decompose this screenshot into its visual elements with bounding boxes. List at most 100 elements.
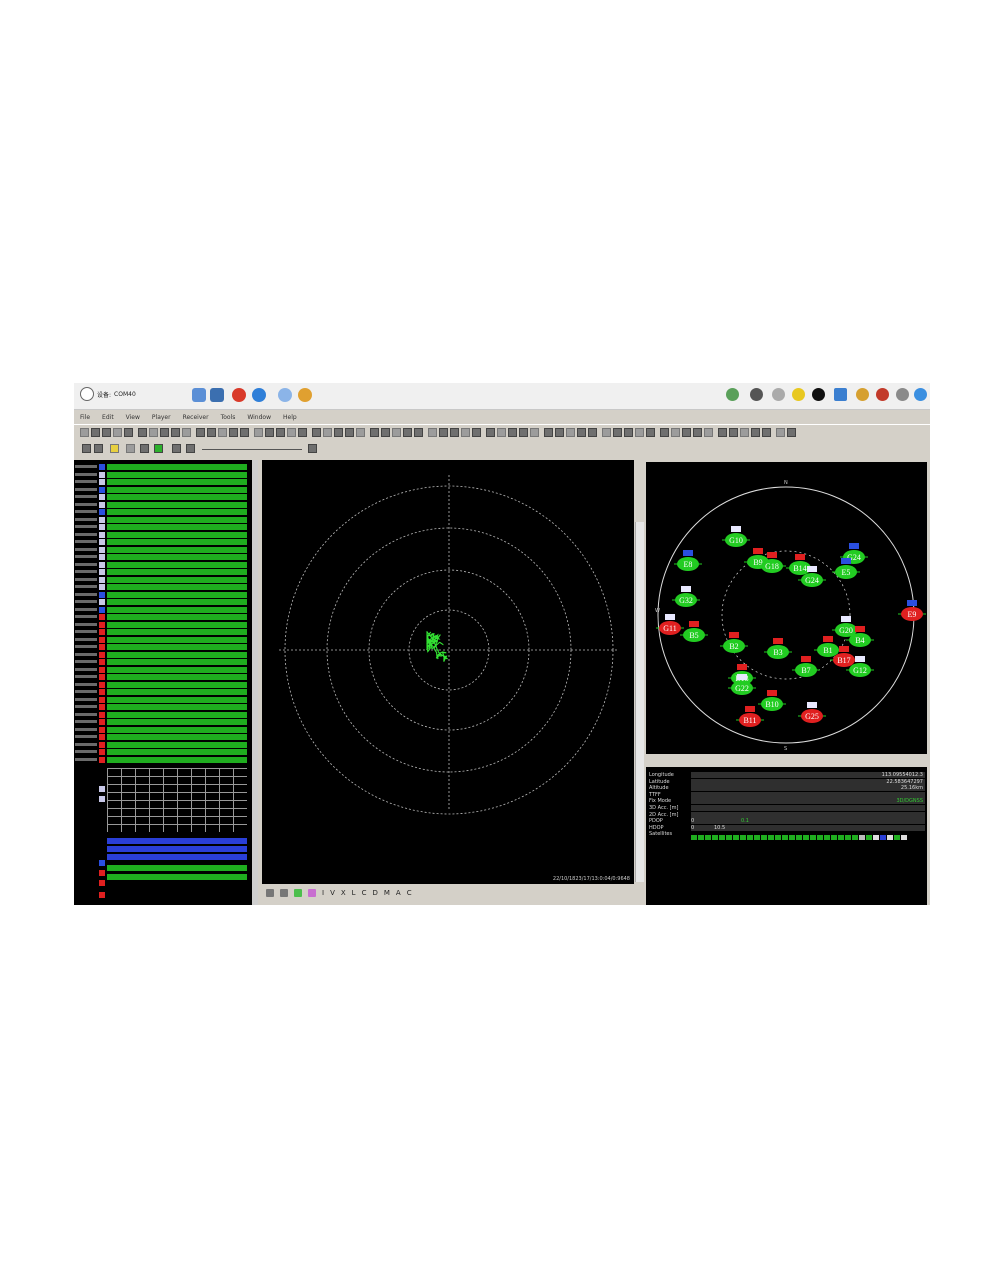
antenna-icon[interactable] <box>772 388 785 401</box>
logo-icon[interactable] <box>876 388 889 401</box>
connect-icon[interactable] <box>192 388 206 402</box>
marker-icon[interactable] <box>294 889 302 897</box>
toolbar-button[interactable] <box>240 428 249 437</box>
globe-icon[interactable] <box>298 388 312 402</box>
sphere-icon[interactable] <box>812 388 825 401</box>
pencil-icon[interactable] <box>856 388 869 401</box>
toolbar-button[interactable] <box>693 428 702 437</box>
toolbar-button[interactable] <box>196 428 205 437</box>
save-icon[interactable] <box>210 388 224 402</box>
compass-icon[interactable] <box>726 388 739 401</box>
record-icon[interactable] <box>232 388 246 402</box>
toolbar-button[interactable] <box>345 428 354 437</box>
toolbar-button[interactable] <box>602 428 611 437</box>
earth-icon[interactable] <box>914 388 927 401</box>
toolbar-button[interactable] <box>740 428 749 437</box>
eject-icon[interactable] <box>82 444 91 453</box>
signal-icon[interactable] <box>834 388 847 401</box>
stop-icon[interactable] <box>94 444 103 453</box>
toolbar-button[interactable] <box>287 428 296 437</box>
toolbar-button[interactable] <box>472 428 481 437</box>
toolbar-button[interactable] <box>124 428 133 437</box>
toolbar-button[interactable] <box>381 428 390 437</box>
fast-forward-icon[interactable] <box>172 444 181 453</box>
open-icon[interactable] <box>110 444 119 453</box>
toolbar-button[interactable] <box>555 428 564 437</box>
toolbar-button[interactable] <box>508 428 517 437</box>
toolbar-button[interactable] <box>646 428 655 437</box>
toolbar-button[interactable] <box>660 428 669 437</box>
toolbar-button[interactable] <box>207 428 216 437</box>
tool-a[interactable]: A <box>396 889 401 897</box>
toolbar-button[interactable] <box>776 428 785 437</box>
toolbar-button[interactable] <box>370 428 379 437</box>
gear-icon[interactable] <box>896 388 909 401</box>
toolbar-button[interactable] <box>323 428 332 437</box>
toolbar-button[interactable] <box>704 428 713 437</box>
toolbar-button[interactable] <box>428 428 437 437</box>
toolbar-button[interactable] <box>102 428 111 437</box>
toolbar-button[interactable] <box>519 428 528 437</box>
toolbar-button[interactable] <box>356 428 365 437</box>
toolbar-button[interactable] <box>729 428 738 437</box>
play-icon[interactable] <box>154 444 163 453</box>
pin-icon[interactable] <box>266 889 274 897</box>
toolbar-button[interactable] <box>113 428 122 437</box>
toolbar-button[interactable] <box>718 428 727 437</box>
toolbar-button[interactable] <box>530 428 539 437</box>
timer-icon[interactable] <box>278 388 292 402</box>
toolbar-button[interactable] <box>613 428 622 437</box>
toolbar-button[interactable] <box>544 428 553 437</box>
toolbar-button[interactable] <box>182 428 191 437</box>
monitor-icon[interactable] <box>750 388 763 401</box>
step-icon[interactable] <box>140 444 149 453</box>
toolbar-button[interactable] <box>160 428 169 437</box>
rewind-icon[interactable] <box>308 444 317 453</box>
tool-v[interactable]: V <box>330 889 335 897</box>
toolbar-button[interactable] <box>276 428 285 437</box>
playback-slider[interactable] <box>202 449 302 450</box>
plot-scrollbar[interactable] <box>635 522 644 882</box>
menu-help[interactable]: Help <box>283 414 297 421</box>
refresh-icon[interactable] <box>252 388 266 402</box>
skip-end-icon[interactable] <box>186 444 195 453</box>
toolbar-button[interactable] <box>265 428 274 437</box>
toolbar-button[interactable] <box>461 428 470 437</box>
device-selector[interactable]: 设备: COM40 <box>80 387 136 401</box>
toolbar-button[interactable] <box>392 428 401 437</box>
toolbar-button[interactable] <box>762 428 771 437</box>
toolbar-button[interactable] <box>403 428 412 437</box>
toolbar-button[interactable] <box>577 428 586 437</box>
port-value[interactable]: COM40 <box>114 391 136 398</box>
toolbar-button[interactable] <box>149 428 158 437</box>
toolbar-button[interactable] <box>298 428 307 437</box>
toolbar-button[interactable] <box>624 428 633 437</box>
tool-d[interactable]: D <box>372 889 377 897</box>
toolbar-button[interactable] <box>229 428 238 437</box>
toolbar-button[interactable] <box>588 428 597 437</box>
move-icon[interactable] <box>280 889 288 897</box>
toolbar-button[interactable] <box>414 428 423 437</box>
toolbar-button[interactable] <box>91 428 100 437</box>
toolbar-button[interactable] <box>450 428 459 437</box>
tool-x[interactable]: X <box>341 889 346 897</box>
menu-receiver[interactable]: Receiver <box>183 414 209 421</box>
toolbar-button[interactable] <box>334 428 343 437</box>
tool-c2[interactable]: C <box>407 889 412 897</box>
toolbar-button[interactable] <box>254 428 263 437</box>
tool-m[interactable]: M <box>384 889 390 897</box>
menu-edit[interactable]: Edit <box>102 414 114 421</box>
tool-i[interactable]: I <box>322 889 324 897</box>
menu-window[interactable]: Window <box>247 414 271 421</box>
toolbar-button[interactable] <box>635 428 644 437</box>
pause-icon[interactable] <box>126 444 135 453</box>
toolbar-button[interactable] <box>171 428 180 437</box>
toolbar-button[interactable] <box>671 428 680 437</box>
toolbar-button[interactable] <box>566 428 575 437</box>
toolbar-button[interactable] <box>312 428 321 437</box>
toolbar-button[interactable] <box>751 428 760 437</box>
toolbar-button[interactable] <box>218 428 227 437</box>
menu-file[interactable]: File <box>80 414 90 421</box>
tool-l[interactable]: L <box>352 889 356 897</box>
toolbar-button[interactable] <box>486 428 495 437</box>
